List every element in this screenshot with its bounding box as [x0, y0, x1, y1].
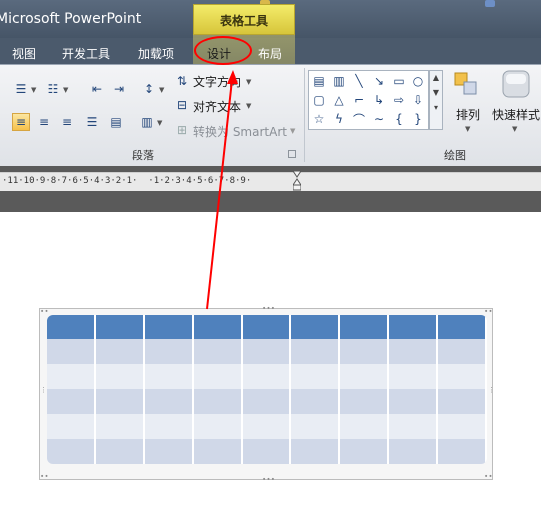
annotation-arrow: [206, 70, 238, 310]
